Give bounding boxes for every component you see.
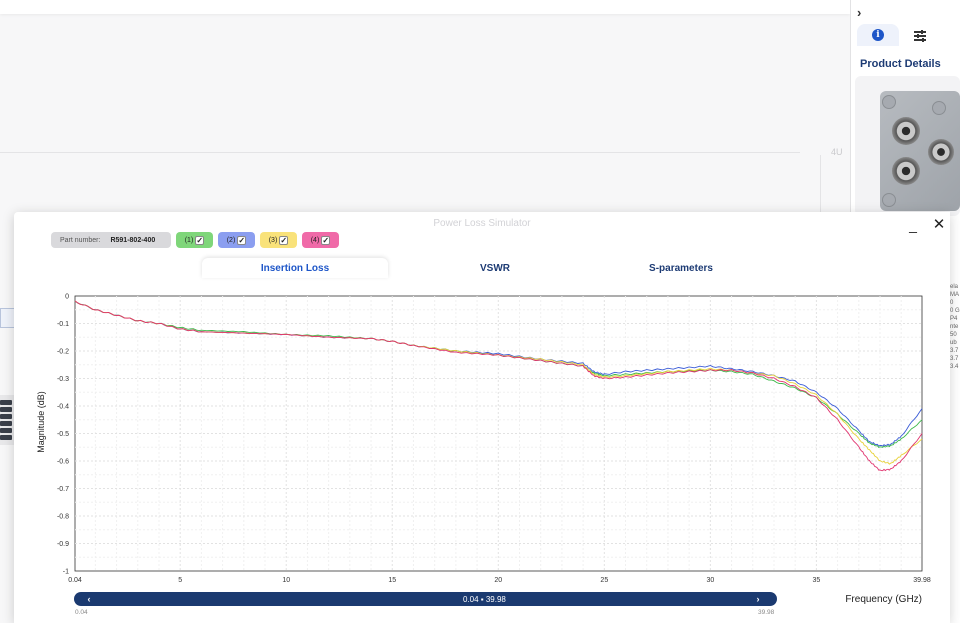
x-tick-label: 39.98 bbox=[913, 577, 931, 584]
y-tick-label: -0.4 bbox=[57, 404, 69, 411]
info-icon: i bbox=[872, 29, 884, 41]
range-left-arrow[interactable]: ‹ bbox=[82, 592, 96, 606]
chart-grid bbox=[74, 295, 923, 572]
x-tick-label: 0.04 bbox=[68, 577, 82, 584]
product-details-title: Product Details bbox=[860, 58, 941, 70]
y-tick-label: 0 bbox=[65, 294, 69, 301]
spec-list-partial: ela MA 0 0 G P4 nte 50 ub 3.7 3.7 3.4 bbox=[950, 284, 960, 370]
x-tick-label: 5 bbox=[178, 577, 182, 584]
x-tick-label: 30 bbox=[706, 577, 714, 584]
x-tick-label: 20 bbox=[494, 577, 502, 584]
x-tick-label: 35 bbox=[812, 577, 820, 584]
range-right-arrow[interactable]: › bbox=[751, 592, 765, 606]
screw-icon bbox=[882, 193, 896, 207]
y-tick-label: -0.3 bbox=[57, 376, 69, 383]
left-device-ports bbox=[0, 400, 12, 442]
collapse-panel-button[interactable]: › bbox=[857, 5, 861, 20]
tab-settings[interactable] bbox=[899, 24, 941, 46]
y-tick-label: -0.7 bbox=[57, 486, 69, 493]
side-panel-tabs: i bbox=[857, 24, 960, 46]
y-axis-label: Magnitude (dB) bbox=[36, 391, 46, 453]
range-min-label: 0.04 bbox=[75, 609, 88, 616]
x-tick-label: 10 bbox=[282, 577, 290, 584]
insertion-loss-chart: 0.04 5 10 15 20 25 30 35 39.98 0 -0.1 -0.2 -0.3 -0.4 -… bbox=[36, 294, 931, 606]
y-tick-label: -0.5 bbox=[57, 431, 69, 438]
y-tick-label: -0.1 bbox=[57, 321, 69, 328]
y-tick-label: -0.8 bbox=[57, 514, 69, 521]
y-tick-label: -1 bbox=[63, 569, 69, 576]
connector-icon bbox=[892, 157, 920, 185]
rack-unit-label: 4U bbox=[831, 147, 843, 157]
tab-info[interactable]: i bbox=[857, 24, 899, 46]
x-tick-label: 15 bbox=[388, 577, 396, 584]
range-max-label: 39.98 bbox=[758, 609, 775, 616]
x-tick-label: 25 bbox=[600, 577, 608, 584]
screw-icon bbox=[932, 101, 946, 115]
x-axis-label: Frequency (GHz) bbox=[845, 594, 922, 605]
power-loss-simulator-modal: Power Loss Simulator _ ✕ Part number: R5… bbox=[14, 212, 950, 623]
range-value-label: 0.04 ▪ 39.98 bbox=[459, 594, 510, 605]
y-tick-label: -0.6 bbox=[57, 459, 69, 466]
y-tick-label: -0.2 bbox=[57, 349, 69, 356]
y-tick-label: -0.9 bbox=[57, 541, 69, 548]
frequency-range-slider[interactable]: ‹ 0.04 ▪ 39.98 › bbox=[74, 592, 777, 606]
connector-icon bbox=[892, 117, 920, 145]
product-image bbox=[880, 91, 960, 211]
screw-icon bbox=[882, 95, 896, 109]
connector-icon bbox=[928, 139, 954, 165]
top-bar bbox=[0, 0, 850, 14]
rack-guide-line bbox=[0, 152, 800, 153]
rack-guide-vline bbox=[820, 155, 821, 215]
sliders-icon bbox=[914, 29, 926, 42]
